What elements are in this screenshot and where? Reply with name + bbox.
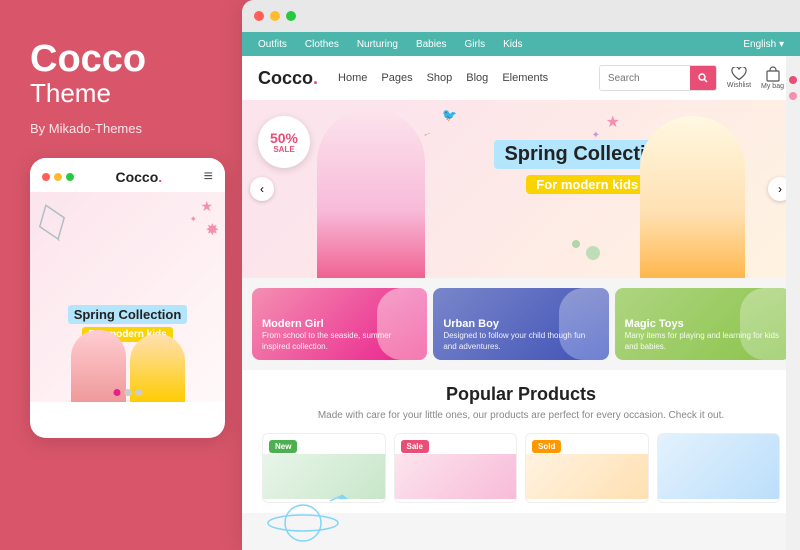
brand-title: Cocco <box>30 40 218 78</box>
product-img-2 <box>395 454 517 499</box>
product-img-4 <box>658 434 780 499</box>
planet-svg <box>258 493 358 548</box>
popular-products-subtitle: Made with care for your little ones, our… <box>258 409 784 423</box>
mobile-dot-yellow <box>54 173 62 181</box>
hero-banner: 50% SALE ★ ✦ 🐦 ← Spring Collection For m… <box>242 100 800 278</box>
cat-card-urban-boy-desc: Designed to follow your child though fun… <box>443 331 598 352</box>
browser-dot-close[interactable] <box>254 11 264 21</box>
hero-person-right <box>640 116 745 278</box>
nav-link-elements[interactable]: Elements <box>502 72 548 84</box>
hero-bird-icon: 🐦 <box>442 108 457 122</box>
cat-nav-clothes[interactable]: Clothes <box>305 39 339 50</box>
sale-badge: 50% SALE <box>258 116 310 168</box>
browser-dot-minimize[interactable] <box>270 11 280 21</box>
product-card-4[interactable] <box>657 433 781 503</box>
nav-link-shop[interactable]: Shop <box>427 72 453 84</box>
brand-by: By Mikado-Themes <box>30 121 218 136</box>
mobile-hamburger-icon[interactable]: ≡ <box>204 168 213 186</box>
main-nav: Cocco. Home Pages Shop Blog Elements Wis… <box>242 56 800 100</box>
product-img-3 <box>526 454 648 499</box>
bag-label: My bag <box>761 83 784 90</box>
brand-subtitle: Theme <box>30 78 218 109</box>
nav-dot-1 <box>113 389 120 396</box>
sale-percent: 50% <box>270 131 298 145</box>
mobile-spring-title: Spring Collection <box>68 305 188 324</box>
mobile-star-icon: ★ <box>200 198 213 215</box>
bag-icon <box>766 66 780 82</box>
main-nav-logo-dot: . <box>313 68 318 88</box>
cat-nav-babies[interactable]: Babies <box>416 39 447 50</box>
cat-nav-nurturing[interactable]: Nurturing <box>357 39 398 50</box>
mobile-kite-icon <box>31 198 75 251</box>
nav-link-home[interactable]: Home <box>338 72 367 84</box>
nav-dot-3 <box>135 389 142 396</box>
strip-dot-pink <box>789 76 797 84</box>
nav-dot-2 <box>124 389 131 396</box>
mobile-burst-icon: ✸ <box>206 220 219 240</box>
nav-link-pages[interactable]: Pages <box>381 72 412 84</box>
badge-sold: Sold <box>532 440 561 453</box>
hero-circle-green <box>586 246 600 260</box>
nav-links: Home Pages Shop Blog Elements <box>338 72 599 84</box>
cat-card-modern-girl-title: Modern Girl <box>262 318 417 331</box>
brand-name: Cocco Theme <box>30 40 218 117</box>
category-nav: Outfits Clothes Nurturing Babies Girls K… <box>242 32 800 56</box>
browser-titlebar <box>242 0 800 32</box>
mobile-dot-red <box>42 173 50 181</box>
cat-card-modern-girl[interactable]: Modern Girl From school to the seaside, … <box>252 288 427 360</box>
right-strip <box>786 56 800 550</box>
cat-card-modern-girl-content: Modern Girl From school to the seaside, … <box>252 310 427 360</box>
cat-nav-kids[interactable]: Kids <box>503 39 522 50</box>
hero-subtitle: For modern kids <box>526 175 648 194</box>
mobile-banner: ★ ✦ ✸ Spring Collection For modern kids <box>30 192 225 402</box>
bag-button[interactable]: My bag <box>761 66 784 90</box>
search-input[interactable] <box>600 66 690 90</box>
search-icon <box>698 73 708 83</box>
hero-star-1: ★ <box>606 112 620 132</box>
mobile-logo-dot: . <box>158 169 162 185</box>
cat-card-urban-boy-title: Urban Boy <box>443 318 598 331</box>
cat-card-magic-toys-desc: Many items for playing and learning for … <box>625 331 780 352</box>
search-button[interactable] <box>690 65 716 91</box>
browser-dot-maximize[interactable] <box>286 11 296 21</box>
cat-card-urban-boy[interactable]: Urban Boy Designed to follow your child … <box>433 288 608 360</box>
nav-link-blog[interactable]: Blog <box>466 72 488 84</box>
search-bar[interactable] <box>599 65 717 91</box>
cat-card-modern-girl-desc: From school to the seaside, summer inspi… <box>262 331 417 352</box>
popular-products-title: Popular Products <box>258 384 784 405</box>
wishlist-button[interactable]: Wishlist <box>727 67 751 89</box>
mobile-dot-green <box>66 173 74 181</box>
decoration-planet <box>258 490 378 550</box>
mobile-window-dots <box>42 173 74 181</box>
cat-card-magic-toys[interactable]: Magic Toys Many items for playing and le… <box>615 288 790 360</box>
cat-card-magic-toys-content: Magic Toys Many items for playing and le… <box>615 310 790 360</box>
mobile-small-star-icon: ✦ <box>189 214 197 225</box>
sale-label: SALE <box>273 145 294 154</box>
mobile-nav-dots <box>113 389 142 396</box>
hero-person-girl <box>317 108 425 278</box>
strip-dot-light-pink <box>789 92 797 100</box>
mobile-preview-card: Cocco. ≡ ★ ✦ ✸ Spring Collection For mod… <box>30 158 225 438</box>
product-card-2[interactable]: Sale <box>394 433 518 503</box>
cat-card-magic-toys-title: Magic Toys <box>625 318 780 331</box>
category-cards: Modern Girl From school to the seaside, … <box>242 278 800 370</box>
hero-prev-button[interactable]: ‹ <box>250 177 274 201</box>
main-nav-logo: Cocco. <box>258 68 318 89</box>
heart-icon <box>731 67 747 81</box>
mobile-top-bar: Cocco. ≡ <box>30 158 225 192</box>
mobile-logo: Cocco. <box>115 169 162 185</box>
cat-nav-outfits[interactable]: Outfits <box>258 39 287 50</box>
cat-card-urban-boy-content: Urban Boy Designed to follow your child … <box>433 310 608 360</box>
cat-nav-girls[interactable]: Girls <box>465 39 486 50</box>
badge-new: New <box>269 440 297 453</box>
browser-window: Outfits Clothes Nurturing Babies Girls K… <box>242 0 800 550</box>
product-card-3[interactable]: Sold <box>525 433 649 503</box>
nav-icons: Wishlist My bag <box>727 66 784 90</box>
cat-nav-language[interactable]: English ▾ <box>743 39 784 50</box>
badge-sale: Sale <box>401 440 429 453</box>
left-panel: Cocco Theme By Mikado-Themes Cocco. ≡ ★ … <box>0 0 248 550</box>
wishlist-label: Wishlist <box>727 82 751 89</box>
hero-circle-small <box>572 240 580 248</box>
